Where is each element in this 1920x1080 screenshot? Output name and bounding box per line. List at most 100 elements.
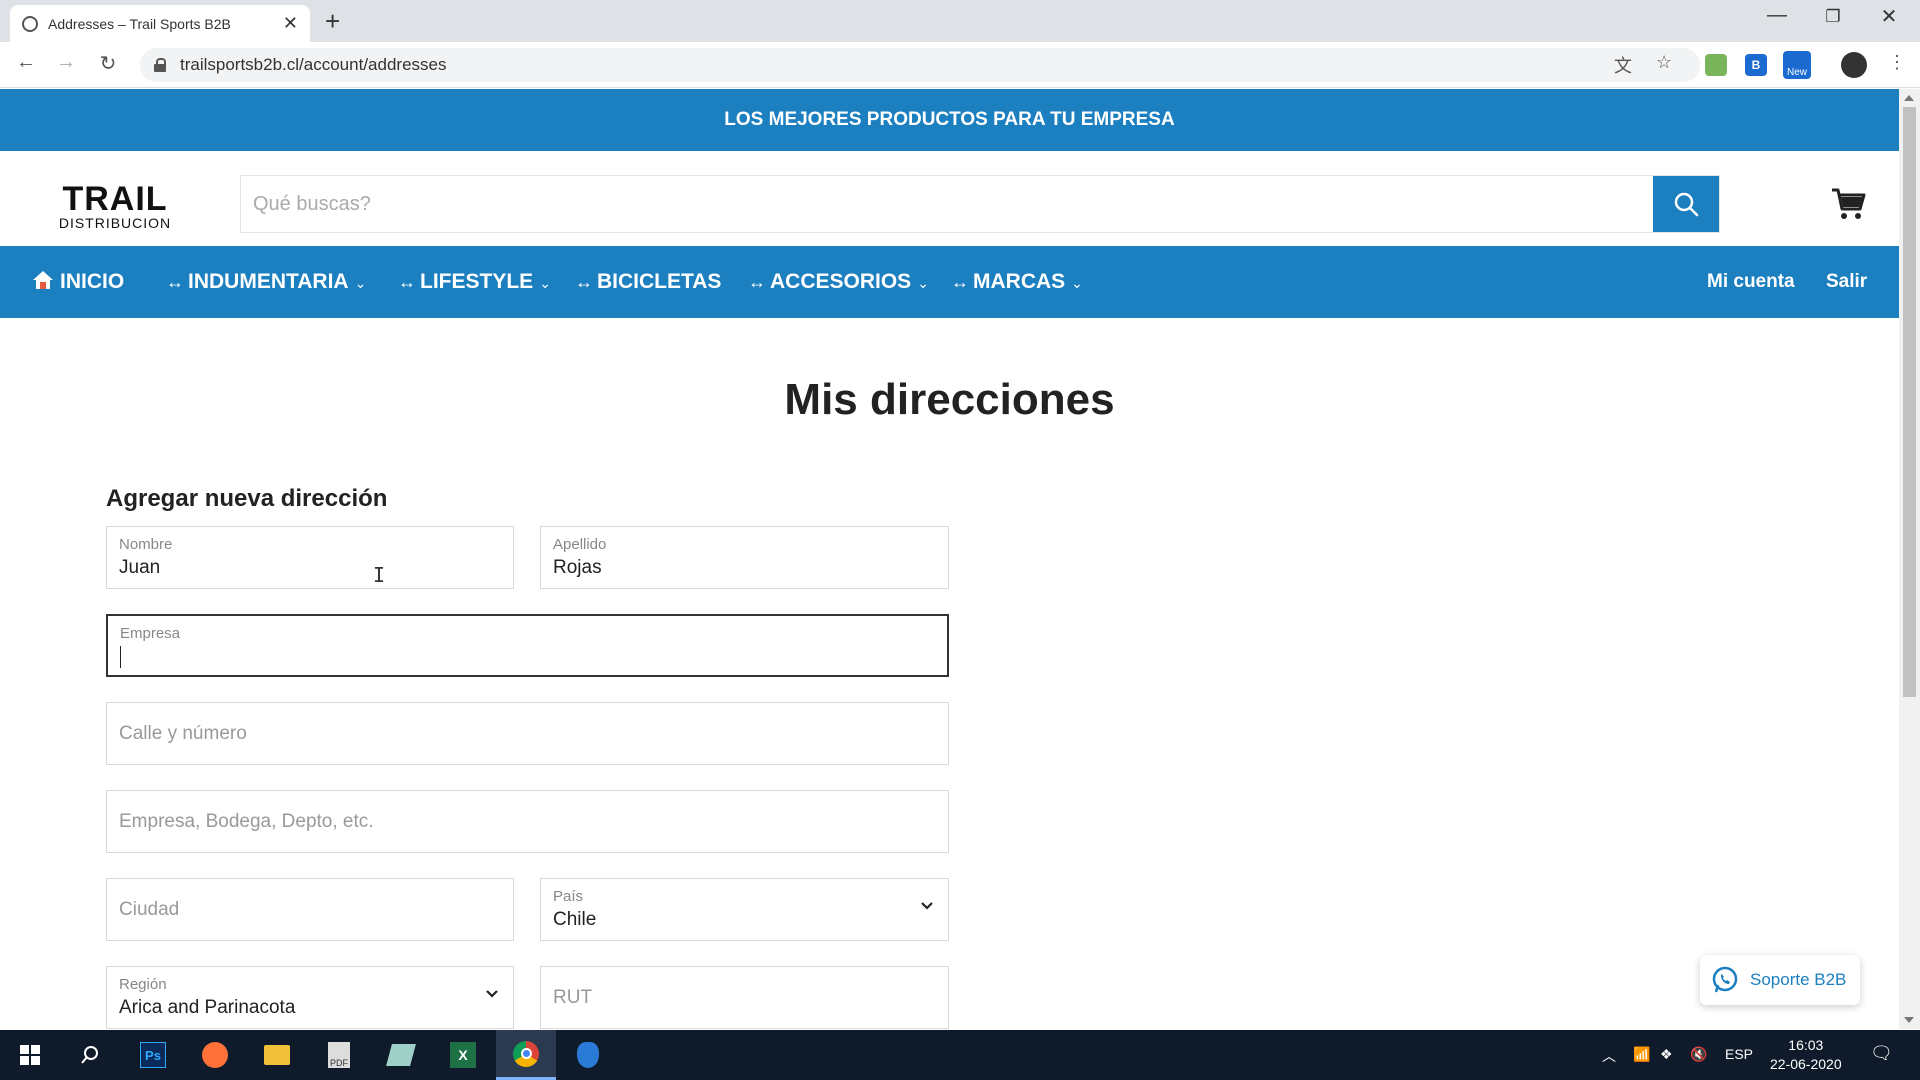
folder-icon [264,1045,290,1065]
site-header: TRAIL DISTRIBUCION [0,151,1899,246]
city-placeholder: Ciudad [119,898,180,920]
url-text: trailsportsb2b.cl/account/addresses [180,55,447,74]
country-select[interactable]: País Chile [540,878,949,941]
page-title: Mis direcciones [784,375,1115,424]
chevron-down-icon: ⌄ [539,275,551,291]
minimize-window-button[interactable]: — [1754,4,1800,27]
scrollbar-thumb[interactable] [1903,107,1916,697]
address-bar[interactable]: trailsportsb2b.cl/account/addresses [140,48,1700,82]
notes-taskbar-icon[interactable] [371,1030,431,1080]
nav-item-accesorios[interactable]: ↔ ACCESORIOS ⌄ [748,246,929,318]
logo-main-text: TRAIL [62,180,168,218]
support-b2b-button[interactable]: Soporte B2B [1700,955,1860,1005]
nav-item-inicio[interactable]: INICIO [32,246,124,318]
translate-icon[interactable]: 文 [1614,52,1632,78]
close-tab-icon[interactable]: ✕ [283,13,298,34]
new-tab-button[interactable]: + [325,7,340,35]
chrome-taskbar-icon[interactable] [496,1030,556,1080]
address2-placeholder: Empresa, Bodega, Depto, etc. [119,810,374,832]
app-taskbar-icon[interactable] [558,1030,618,1080]
reload-button[interactable]: ↻ [94,51,122,76]
region-value: Arica and Parinacota [119,997,296,1018]
nav-arrow-icon: ↔ [398,272,416,292]
text-caret [120,646,121,668]
clock-time: 16:03 [1788,1037,1824,1053]
dropbox-icon[interactable]: ❖ [1660,1046,1673,1063]
whatsapp-icon [1712,966,1738,993]
last-name-field[interactable]: Apellido Rojas [540,526,949,589]
excel-icon: X [450,1042,476,1068]
nav-item-salir[interactable]: Salir [1826,246,1867,318]
site-logo[interactable]: TRAIL DISTRIBUCION [55,180,175,231]
rut-field[interactable]: RUT [540,966,949,1029]
page-scrollbar[interactable] [1899,89,1920,1029]
street-field[interactable]: Calle y número [106,702,949,765]
firefox-taskbar-icon[interactable] [185,1030,245,1080]
search-button[interactable] [1653,176,1719,232]
region-label: Región [119,976,167,993]
scroll-up-icon[interactable] [1904,95,1914,101]
extension-new-icon[interactable]: New [1783,51,1811,79]
nav-item-mi-cuenta[interactable]: Mi cuenta [1707,246,1795,318]
search-input[interactable] [241,176,1653,232]
profile-avatar[interactable] [1841,52,1867,78]
address2-field[interactable]: Empresa, Bodega, Depto, etc. [106,790,949,853]
tray-chevron-up-icon[interactable]: ︿ [1602,1046,1616,1066]
chevron-down-icon: ⌄ [917,275,929,291]
search-icon [1674,192,1699,217]
nav-label-indumentaria: INDUMENTARIA [188,270,349,293]
first-name-label: Nombre [119,536,173,553]
photoshop-taskbar-icon[interactable]: Ps [123,1030,183,1080]
country-value: Chile [553,909,597,930]
file-explorer-taskbar-icon[interactable] [247,1030,307,1080]
text-cursor-icon: I [373,563,386,587]
bookmark-star-icon[interactable]: ☆ [1656,52,1672,73]
nav-item-marcas[interactable]: ↔ MARCAS ⌄ [951,246,1083,318]
back-button[interactable]: ← [12,51,40,74]
firefox-icon [202,1042,228,1068]
volume-muted-icon[interactable]: 🔇 [1690,1046,1707,1063]
taskbar-clock[interactable]: 16:03 22-06-2020 [1770,1036,1842,1074]
first-name-field[interactable]: Nombre Juan [106,526,514,589]
country-label: País [553,888,584,905]
scroll-down-icon[interactable] [1904,1017,1914,1023]
announcement-bar: LOS MEJORES PRODUCTOS PARA TU EMPRESA [0,89,1899,151]
shopify-extension-icon[interactable] [1705,54,1727,76]
nav-label-lifestyle: LIFESTYLE [420,270,534,293]
nav-arrow-icon: ↔ [575,272,593,292]
chevron-down-icon: ⌄ [1071,275,1083,291]
maximize-window-button[interactable]: ❐ [1810,7,1856,27]
excel-taskbar-icon[interactable]: X [433,1030,493,1080]
chevron-down-icon [486,990,498,998]
network-icon[interactable]: 📶 [1633,1046,1650,1063]
app-icon [577,1042,599,1068]
chrome-icon [513,1040,539,1067]
nav-label-bicicletas: BICICLETAS [597,270,722,293]
nav-arrow-icon: ↔ [166,272,184,292]
nav-item-lifestyle[interactable]: ↔ LIFESTYLE ⌄ [398,246,551,318]
start-button[interactable] [0,1030,60,1080]
company-field[interactable]: Empresa [106,614,949,677]
windows-logo-icon [20,1045,40,1065]
close-window-button[interactable]: ✕ [1866,4,1912,29]
region-select[interactable]: Región Arica and Parinacota [106,966,514,1029]
browser-tab[interactable]: Addresses – Trail Sports B2B ✕ [10,5,310,42]
extension-b-icon[interactable]: B [1745,54,1767,76]
city-field[interactable]: Ciudad [106,878,514,941]
nav-item-indumentaria[interactable]: ↔ INDUMENTARIA ⌄ [166,246,366,318]
nav-item-bicicletas[interactable]: ↔ BICICLETAS [575,246,721,318]
notes-icon [386,1044,416,1066]
main-nav: INICIO ↔ INDUMENTARIA ⌄ ↔ LIFESTYLE ⌄ ↔ BICIC… [0,246,1899,318]
last-name-value: Rojas [553,557,602,578]
company-label: Empresa [120,625,181,642]
notifications-icon[interactable]: 🗨 [1870,1043,1893,1064]
cart-button[interactable] [1830,187,1866,226]
first-name-value: Juan [119,557,161,578]
forward-button[interactable]: → [52,51,80,74]
pdf-icon: PDF [328,1042,350,1068]
browser-menu-icon[interactable]: ⋮ [1888,52,1906,73]
pdf-taskbar-icon[interactable]: PDF [309,1030,369,1080]
chevron-down-icon: ⌄ [354,275,367,291]
search-taskbar-button[interactable] [60,1030,120,1080]
language-indicator[interactable]: ESP [1725,1046,1753,1062]
